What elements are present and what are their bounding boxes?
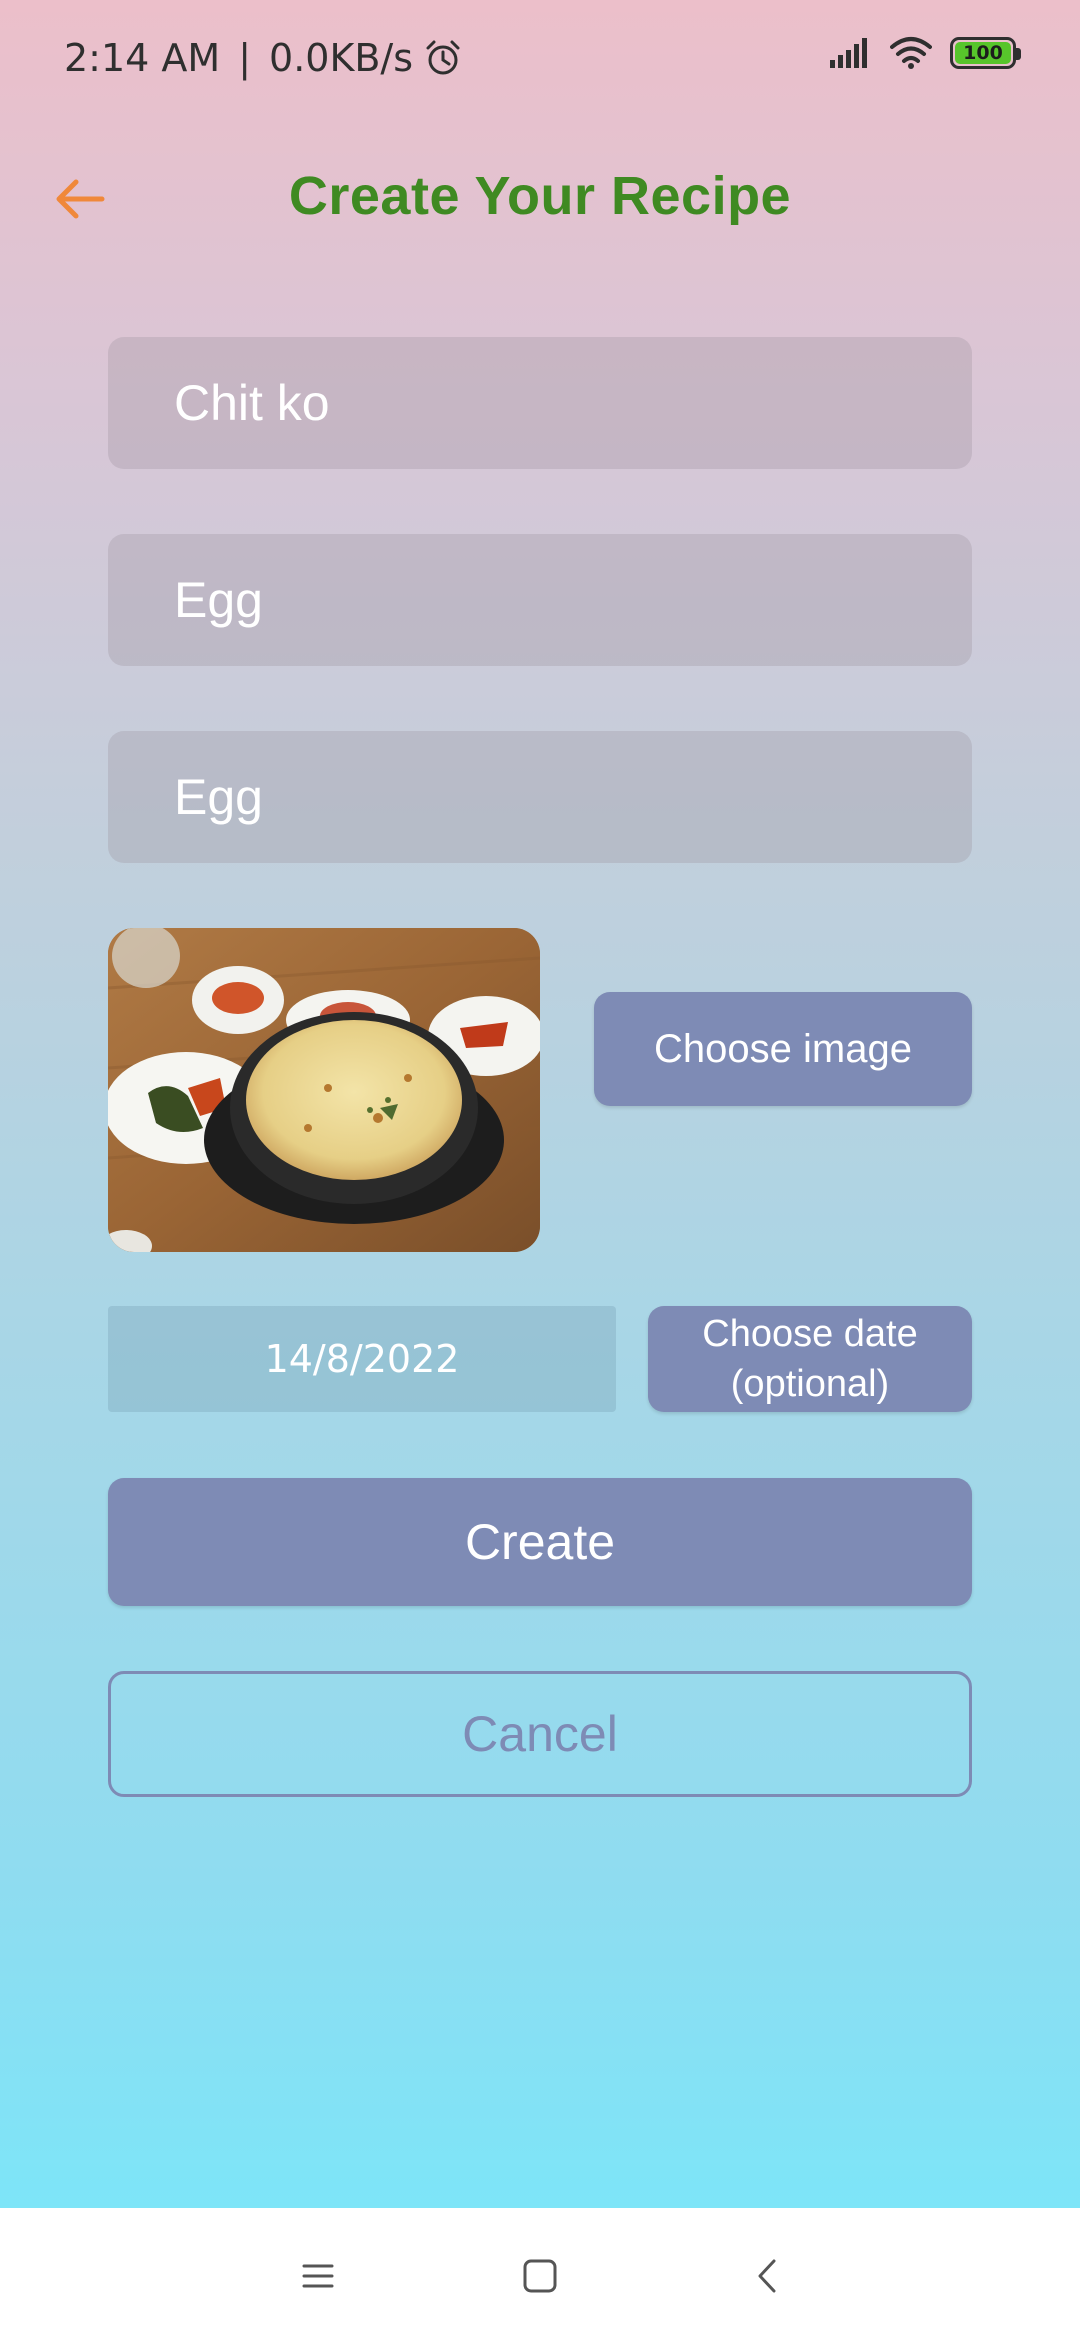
choose-date-optional-label: (optional) [730,1363,890,1405]
screen-background: 2:14 AM | 0.0KB/s 100 Create Your Recipe… [0,0,1080,2208]
date-display: 14/8/2022 [108,1306,616,1412]
battery-level: 100 [955,42,1011,64]
back-icon[interactable] [748,2256,788,2296]
ingredient-input-2[interactable] [174,768,972,826]
ingredient-field-1[interactable] [108,534,972,666]
page-title: Create Your Recipe [288,166,792,226]
recipe-name-input[interactable] [174,374,972,432]
navigation-bar [0,2208,1080,2340]
menu-icon[interactable] [298,2256,338,2296]
alarm-icon [426,40,460,75]
food-photo [108,928,540,1252]
choose-date-button[interactable]: Choose date (optional) [648,1306,972,1412]
choose-image-button[interactable]: Choose image [594,992,972,1106]
choose-date-label: Choose date [702,1313,918,1355]
cancel-button[interactable]: Cancel [108,1671,972,1797]
signal-icon [830,38,867,68]
wifi-icon [890,37,932,69]
create-button[interactable]: Create [108,1478,972,1606]
recipe-image [108,928,540,1252]
status-separator: | [238,36,252,80]
status-time: 2:14 AM [64,36,221,80]
home-icon[interactable] [520,2256,560,2296]
recipe-name-field[interactable] [108,337,972,469]
status-right: 100 [828,36,1021,70]
network-speed: 0.0KB/s [269,36,414,80]
status-left: 2:14 AM | 0.0KB/s [64,34,463,82]
battery-icon: 100 [950,37,1021,69]
ingredient-field-2[interactable] [108,731,972,863]
ingredient-input-1[interactable] [174,571,972,629]
status-bar: 2:14 AM | 0.0KB/s 100 [0,0,1080,116]
